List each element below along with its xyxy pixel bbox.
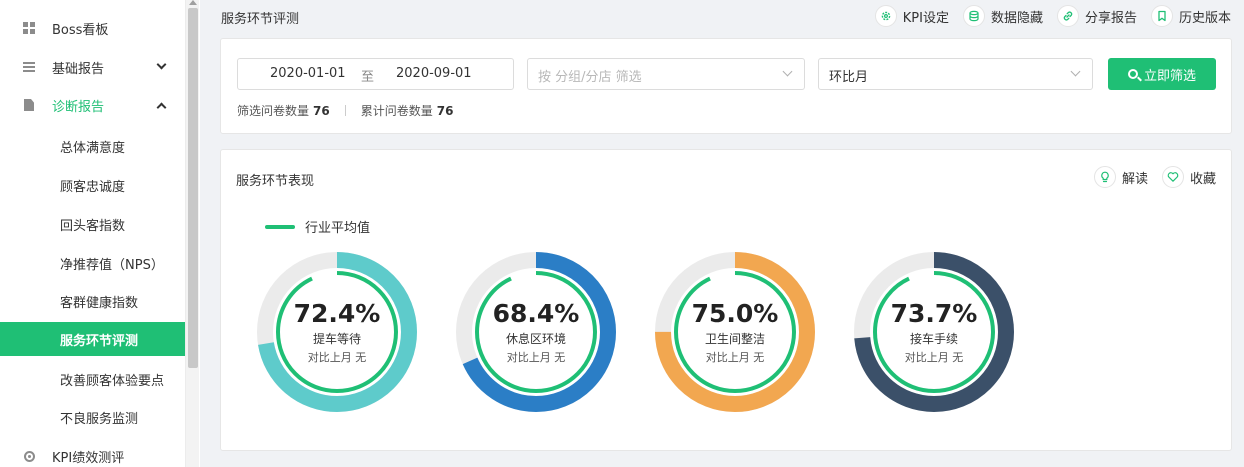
sidebar-subitem-service-evaluation[interactable]: 服务环节评测 — [0, 322, 185, 356]
interpret-label: 解读 — [1121, 171, 1148, 187]
sidebar-item-label: 基础报告 — [52, 61, 105, 77]
sidebar-subitem-experience-improvement[interactable]: 改善顾客体验要点 — [0, 360, 185, 398]
gauge-percent: 73.7% — [890, 299, 978, 328]
end-date-input[interactable]: 2020-09-01 — [396, 66, 472, 81]
gauge-name: 提车等待 — [312, 332, 361, 346]
gauge-percent: 72.4% — [293, 299, 381, 328]
sidebar-item-basic-report[interactable]: 基础报告 — [0, 49, 185, 85]
sidebar-subitem-label: 服务环节评测 — [60, 333, 139, 349]
panel-title: 服务环节表现 — [236, 174, 315, 189]
sidebar-subitem-label: 顾客忠诚度 — [60, 179, 126, 195]
gauge-compare: 对比上月 无 — [904, 351, 964, 364]
history-version-button[interactable]: 历史版本 — [1150, 5, 1231, 27]
gauge-pickup-wait: 72.4% 提车等待 对比上月 无 — [255, 250, 419, 414]
date-range-picker[interactable]: 2020-01-01 至 2020-09-01 — [237, 58, 514, 90]
sidebar-subitem-label: 不良服务监测 — [60, 411, 139, 427]
filtered-count-label: 筛选问卷数量 — [237, 104, 310, 118]
sidebar-subitem-label: 回头客指数 — [60, 218, 126, 234]
share-report-button[interactable]: 分享报告 — [1056, 5, 1137, 27]
scroll-up-arrow-icon[interactable] — [189, 0, 197, 5]
sidebar-subitem-customer-loyalty[interactable]: 顾客忠诚度 — [0, 166, 185, 204]
share-report-label: 分享报告 — [1084, 10, 1137, 26]
panel-actions: 解读 收藏 — [1093, 166, 1216, 188]
gauge-name: 卫生间整洁 — [704, 332, 765, 346]
total-count-label: 累计问卷数量 — [360, 104, 433, 118]
grid-icon — [23, 22, 35, 34]
date-range-separator: 至 — [361, 70, 375, 85]
sidebar-subitem-overall-satisfaction[interactable]: 总体满意度 — [0, 127, 185, 165]
sidebar-subitem-label: 客群健康指数 — [60, 295, 139, 311]
search-icon — [1127, 69, 1138, 79]
collect-button[interactable]: 收藏 — [1161, 166, 1216, 188]
sidebar-subitem-returning-index[interactable]: 回头客指数 — [0, 205, 185, 243]
total-count-value: 76 — [436, 103, 454, 118]
start-date-input[interactable]: 2020-01-01 — [270, 66, 346, 81]
legend-swatch — [265, 224, 295, 229]
data-hide-label: 数据隐藏 — [990, 10, 1043, 26]
scrollbar-thumb[interactable] — [188, 8, 198, 368]
gauge-compare: 对比上月 无 — [705, 351, 765, 364]
filter-panel: 2020-01-01 至 2020-09-01 按 分组/分店 筛选 环比月 立… — [220, 38, 1232, 134]
gauge-compare: 对比上月 无 — [506, 351, 566, 364]
divider — [344, 105, 346, 116]
service-performance-panel: 服务环节表现 解读 收藏 行业平均值 72.4% 提车等待 对比上月 无 68.… — [220, 149, 1232, 451]
sidebar-item-kpi[interactable]: KPI绩效测评 — [0, 438, 185, 467]
sidebar-subitem-bad-service-monitor[interactable]: 不良服务监测 — [0, 398, 185, 436]
kpi-settings-button[interactable]: KPI设定 — [874, 5, 949, 27]
gear-icon — [874, 5, 897, 27]
collect-label: 收藏 — [1189, 171, 1216, 187]
header-actions: KPI设定 数据隐藏 分享报告 历史版本 — [874, 5, 1231, 27]
chevron-down-icon — [156, 59, 167, 70]
sidebar-subitem-label: 总体满意度 — [60, 140, 126, 156]
search-filter-label: 立即筛选 — [1143, 68, 1196, 84]
kpi-settings-label: KPI设定 — [902, 10, 949, 26]
lightbulb-icon — [1093, 166, 1116, 188]
bookmark-icon — [1150, 5, 1173, 27]
gauge-name: 休息区环境 — [505, 332, 566, 346]
group-store-select[interactable]: 按 分组/分店 筛选 — [527, 58, 805, 90]
legend-label: 行业平均值 — [305, 221, 371, 236]
gauge-name: 接车手续 — [909, 332, 958, 346]
gauge-restroom-cleanliness: 75.0% 卫生间整洁 对比上月 无 — [653, 250, 817, 414]
sidebar-subitem-customer-health[interactable]: 客群健康指数 — [0, 282, 185, 320]
filtered-count-value: 76 — [313, 103, 330, 118]
sidebar: Boss看板 基础报告 诊断报告 总体满意度 顾客忠诚度 回头客指数 净推荐值（… — [0, 0, 200, 467]
chevron-down-icon — [1070, 66, 1081, 77]
page-title: 服务环节评测 — [221, 12, 300, 27]
database-icon — [962, 5, 985, 27]
sidebar-item-diagnosis-report[interactable]: 诊断报告 — [0, 87, 185, 123]
chevron-up-icon — [156, 102, 167, 113]
link-icon — [1056, 5, 1079, 27]
compare-period-select[interactable]: 环比月 — [818, 58, 1093, 90]
list-icon — [23, 61, 35, 73]
sidebar-subitem-label: 改善顾客体验要点 — [60, 373, 165, 389]
sidebar-item-label: KPI绩效测评 — [52, 450, 125, 466]
data-hide-button[interactable]: 数据隐藏 — [962, 5, 1043, 27]
chevron-down-icon — [782, 66, 793, 77]
heart-icon — [1161, 166, 1184, 188]
target-icon — [23, 450, 35, 462]
sidebar-item-label: 诊断报告 — [52, 99, 105, 115]
sidebar-subitem-label: 净推荐值（NPS） — [60, 257, 164, 273]
survey-counts: 筛选问卷数量 76 累计问卷数量 76 — [237, 102, 453, 119]
sidebar-subitem-nps[interactable]: 净推荐值（NPS） — [0, 244, 185, 282]
gauge-percent: 75.0% — [691, 299, 779, 328]
sidebar-scrollbar[interactable] — [185, 0, 199, 467]
gauge-percent: 68.4% — [492, 299, 580, 328]
gauge-lounge-environment: 68.4% 休息区环境 对比上月 无 — [454, 250, 618, 414]
gauge-compare: 对比上月 无 — [307, 351, 367, 364]
gauge-vehicle-reception: 73.7% 接车手续 对比上月 无 — [852, 250, 1016, 414]
group-store-placeholder: 按 分组/分店 筛选 — [538, 70, 642, 85]
history-version-label: 历史版本 — [1178, 10, 1231, 26]
interpret-button[interactable]: 解读 — [1093, 166, 1148, 188]
compare-period-value: 环比月 — [829, 70, 869, 85]
doc-icon — [23, 99, 35, 111]
search-filter-button[interactable]: 立即筛选 — [1108, 58, 1216, 90]
sidebar-item-boss-dashboard[interactable]: Boss看板 — [0, 10, 185, 46]
sidebar-item-label: Boss看板 — [52, 22, 109, 38]
chart-legend: 行业平均值 — [265, 217, 370, 236]
